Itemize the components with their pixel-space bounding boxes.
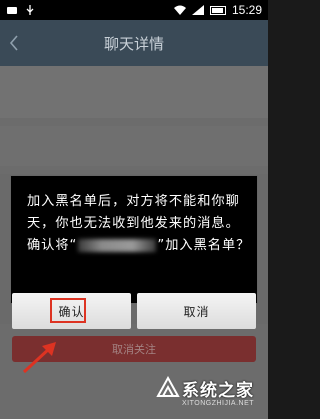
bg-settings-section [0,126,268,166]
screen: 15:29 聊天详情 取消关注 加入黑名单后，对方将不能和你聊天，你也无法收到他… [0,0,268,419]
watermark-brand: 系统之家 [182,381,254,401]
title-bar: 聊天详情 [0,20,268,66]
blurred-contact-name [78,238,157,252]
dialog-message: 加入黑名单后，对方将不能和你聊天，你也无法收到他发来的消息。 确认将“ ”加入黑名… [27,191,251,257]
notification-icon [7,7,17,14]
confirm-button[interactable]: 确认 [12,293,131,329]
watermark-url: XITONGZHIJIA.NET [182,400,255,407]
page-title: 聊天详情 [103,34,164,53]
usb-icon [26,5,34,15]
cancel-label: 取消 [183,304,210,319]
dialog-confirm-prefix: 确认将“ [27,238,78,253]
chevron-left-icon [9,35,18,51]
dialog-message-line1: 加入黑名单后，对方将不能和你聊天，你也无法收到他发来的消息。 [27,194,240,231]
dialog-confirm-suffix: ”加入黑名单？ [157,238,251,253]
cancel-button[interactable]: 取消 [137,293,256,329]
status-time: 15:29 [231,3,262,17]
pointer-arrow-icon [22,342,56,374]
bg-member-section [0,66,268,118]
status-bar: 15:29 [0,0,268,20]
dialog-message-line2: 确认将“ ”加入黑名单？ [27,235,251,257]
wifi-icon [173,5,186,15]
battery-icon [209,5,226,15]
dialog-button-row: 确认 取消 [12,293,256,329]
watermark-logo-icon [156,376,180,397]
blacklist-dialog: 加入黑名单后，对方将不能和你聊天，你也无法收到他发来的消息。 确认将“ ”加入黑名… [10,175,258,304]
highlight-box [50,298,86,323]
signal-icon [191,5,204,15]
back-button[interactable] [0,20,28,66]
watermark: 系统之家 XITONGZHIJIA.NET [156,372,266,418]
